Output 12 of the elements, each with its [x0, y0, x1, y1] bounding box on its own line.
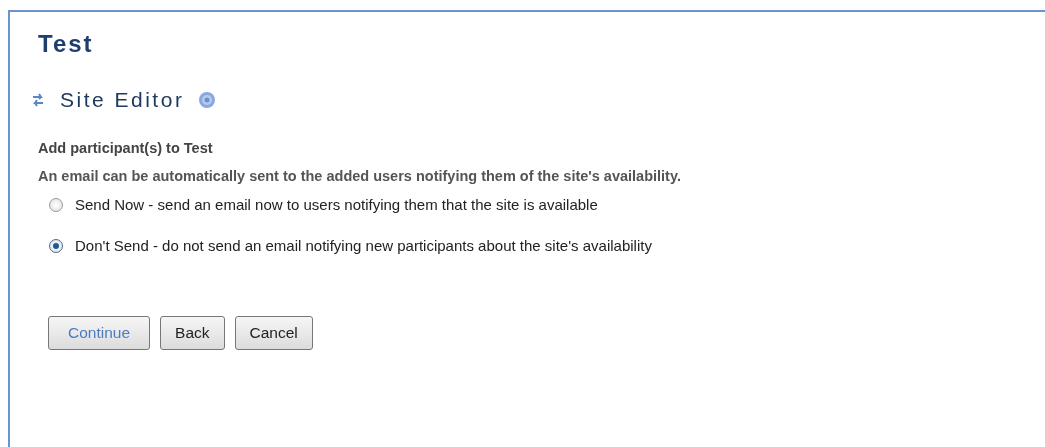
radio-label: Don't Send - do not send an email notifying new participants about the site's availability [75, 237, 652, 254]
refresh-icon[interactable] [30, 91, 46, 109]
instructions: An email can be automatically sent to the added users notifying them of the site's availability. [38, 168, 682, 184]
tool-title: Site Editor [60, 88, 185, 112]
action-button[interactable]: Back [160, 316, 225, 350]
section-heading: Add participant(s) to Test [38, 140, 214, 156]
radio-label: Send Now - send an email now to users notifying them that the site is available [75, 196, 598, 213]
action-button[interactable]: Cancel [234, 316, 313, 350]
help-icon[interactable] [198, 91, 217, 109]
radio-button[interactable] [49, 238, 63, 253]
radio-button[interactable] [49, 197, 63, 212]
page-title: Test [38, 30, 95, 58]
